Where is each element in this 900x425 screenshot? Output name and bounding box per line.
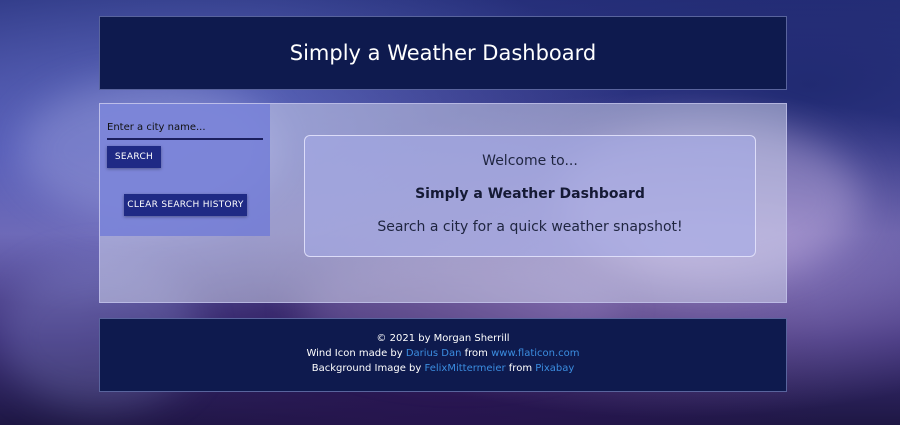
- search-button[interactable]: SEARCH: [107, 146, 161, 168]
- pixabay-link[interactable]: Pixabay: [535, 363, 574, 374]
- welcome-card: Welcome to... Simply a Weather Dashboard…: [304, 135, 756, 257]
- icon-credit-from: from: [461, 348, 492, 359]
- welcome-heading: Welcome to...: [482, 153, 578, 169]
- clear-search-history-button[interactable]: CLEAR SEARCH HISTORY: [124, 194, 247, 216]
- page-header: Simply a Weather Dashboard: [99, 16, 787, 90]
- welcome-app-name: Simply a Weather Dashboard: [415, 186, 645, 202]
- search-sidebar: SEARCH CLEAR SEARCH HISTORY: [100, 104, 270, 236]
- bg-author-link[interactable]: FelixMittermeier: [425, 363, 506, 374]
- welcome-instructions: Search a city for a quick weather snapsh…: [377, 219, 683, 235]
- city-search-input[interactable]: [107, 116, 263, 140]
- flaticon-link[interactable]: www.flaticon.com: [491, 348, 579, 359]
- page-title: Simply a Weather Dashboard: [289, 41, 597, 65]
- icon-credit-line: Wind Icon made by Darius Dan from www.fl…: [100, 348, 786, 359]
- bg-credit-prefix: Background Image by: [311, 363, 425, 374]
- copyright-text: © 2021 by Morgan Sherrill: [376, 333, 510, 344]
- icon-author-link[interactable]: Darius Dan: [406, 348, 462, 359]
- background-credit-line: Background Image by FelixMittermeier fro…: [100, 363, 786, 374]
- page-footer: © 2021 by Morgan Sherrill Wind Icon made…: [99, 318, 787, 392]
- bg-credit-from: from: [505, 363, 536, 374]
- icon-credit-prefix: Wind Icon made by: [306, 348, 406, 359]
- main-panel: SEARCH CLEAR SEARCH HISTORY Welcome to..…: [99, 103, 787, 303]
